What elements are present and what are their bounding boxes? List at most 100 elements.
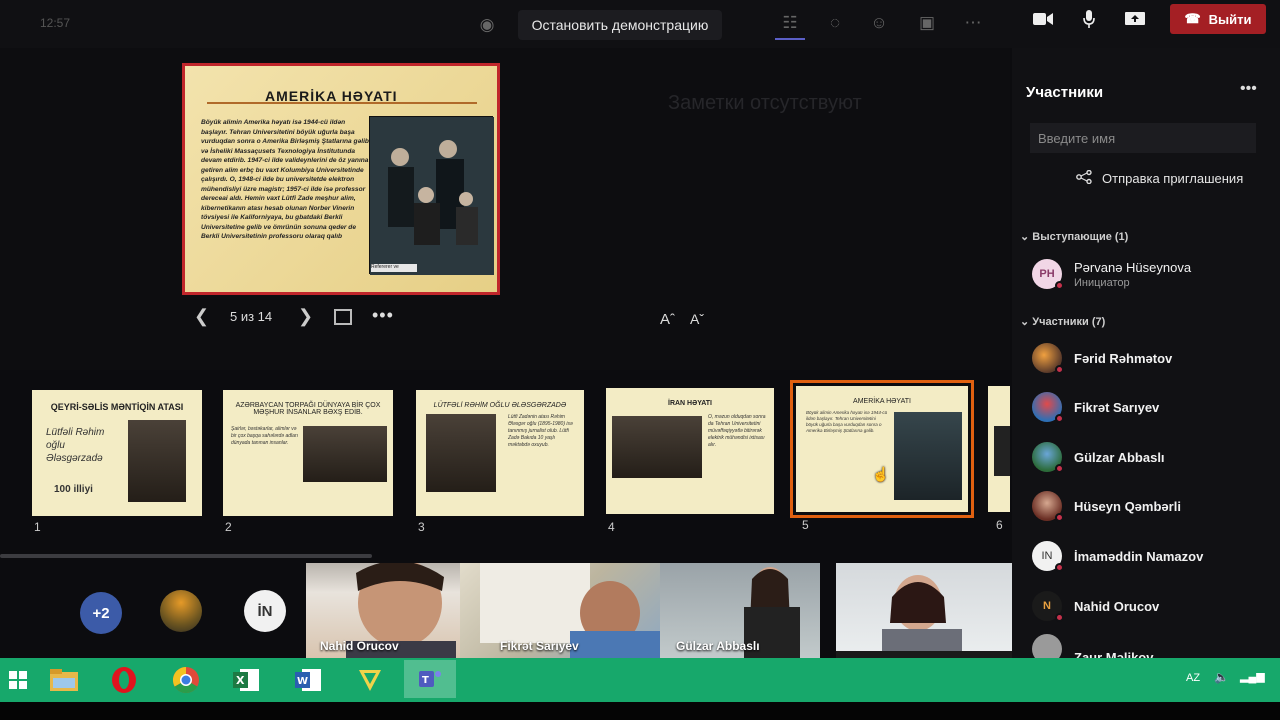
screen-bezel bbox=[0, 702, 1280, 720]
participant-row[interactable]: Fərid Rəhmətov bbox=[1032, 336, 1280, 380]
thumbnail-photo bbox=[303, 426, 387, 482]
participant-row[interactable]: IN İmaməddin Namazov bbox=[1032, 534, 1280, 578]
avatar-initials: IN bbox=[1041, 550, 1053, 562]
participant-row[interactable]: N Nahid Orucov bbox=[1032, 584, 1280, 628]
teams-icon[interactable]: T bbox=[404, 660, 456, 698]
slide-body-text: Böyük alimin Amerika həyatı isə 1944-cü … bbox=[201, 119, 369, 240]
slide-thumbnail-2[interactable]: AZƏRBAYCAN TORPAĞI DÜNYAYA BİR ÇOX MƏŞHU… bbox=[223, 390, 393, 516]
phone-hangup-icon: ☎ bbox=[1184, 11, 1201, 26]
network-icon[interactable]: ▂▄▆ bbox=[1240, 670, 1265, 683]
participant-search-input[interactable] bbox=[1030, 123, 1256, 153]
slide-title-rule bbox=[207, 102, 477, 104]
eye-icon[interactable]: ◉ bbox=[474, 12, 500, 38]
participant-row[interactable]: Zaur Məlikov bbox=[1032, 634, 1280, 658]
avatar-initials: PH bbox=[1039, 268, 1055, 280]
panel-more-icon[interactable]: ••• bbox=[1240, 80, 1257, 98]
slide-thumbnail-4[interactable]: İRAN HƏYATI O, məzun olduqdan sonra da T… bbox=[606, 388, 774, 514]
video-tile[interactable] bbox=[836, 563, 1012, 661]
status-dot bbox=[1055, 563, 1064, 572]
slide-grid-icon[interactable] bbox=[334, 309, 352, 325]
chat-icon[interactable]: ◌ bbox=[822, 10, 848, 36]
avatar-initials: N bbox=[1043, 600, 1051, 612]
vim-icon[interactable] bbox=[352, 663, 388, 697]
windows-start-icon[interactable] bbox=[0, 663, 36, 697]
microphone-icon[interactable] bbox=[1076, 6, 1102, 32]
increase-font-button[interactable]: Aˆ bbox=[660, 311, 675, 328]
more-actions-icon[interactable]: ⋯ bbox=[960, 10, 986, 36]
participant-name: Nahid Orucov bbox=[1074, 598, 1160, 614]
decrease-font-button[interactable]: Aˇ bbox=[690, 311, 704, 327]
thumbnail-title: AZƏRBAYCAN TORPAĞI DÜNYAYA BİR ÇOX MƏŞHU… bbox=[235, 402, 381, 416]
avatar: PH bbox=[1032, 259, 1064, 290]
participant-avatar[interactable] bbox=[160, 590, 202, 632]
thumbnail-number: 4 bbox=[608, 520, 615, 534]
attendees-header: Участники (7) bbox=[1032, 316, 1106, 328]
thumbnail-number: 5 bbox=[802, 518, 809, 532]
leave-label: Выйти bbox=[1208, 11, 1252, 27]
current-slide: AMERİKA HƏYATI Böyük alimin Amerika həya… bbox=[182, 63, 500, 295]
share-screen-icon[interactable] bbox=[1122, 6, 1148, 32]
avatar: N bbox=[1032, 591, 1064, 622]
leave-button[interactable]: ☎ Выйти bbox=[1170, 4, 1266, 34]
slide-thumbnail-3[interactable]: LÜTFƏLİ RƏHİM OĞLU ƏLƏSGƏRZADƏ Lütfi Zad… bbox=[416, 390, 584, 516]
chevron-down-icon: ⌄ bbox=[1020, 231, 1030, 243]
volume-icon[interactable]: 🔈 bbox=[1214, 670, 1229, 684]
svg-text:W: W bbox=[297, 676, 308, 687]
more-participants-badge[interactable]: +2 bbox=[80, 592, 122, 634]
presenters-header: Выступающие (1) bbox=[1032, 231, 1129, 243]
thumbnail-number: 6 bbox=[996, 518, 1003, 532]
thumbnail-text: O, məzun olduqdan sonra da Tehran Univer… bbox=[708, 414, 766, 448]
thumbnail-title: LÜTFƏLİ RƏHİM OĞLU ƏLƏSGƏRZADƏ bbox=[433, 402, 567, 409]
thumbnail-photo bbox=[894, 412, 962, 500]
speaker-notes: Заметки отсутствуют bbox=[668, 92, 862, 114]
camera-icon[interactable] bbox=[1030, 6, 1056, 32]
avatar bbox=[1032, 491, 1064, 522]
previous-slide-button[interactable]: ❮ bbox=[194, 306, 209, 327]
presenter-role: Инициатор bbox=[1074, 276, 1130, 289]
next-slide-button[interactable]: ❯ bbox=[298, 306, 313, 327]
status-dot bbox=[1055, 513, 1064, 522]
presenters-section-toggle[interactable]: ⌄ Выступающие (1) bbox=[1020, 230, 1128, 243]
status-dot bbox=[1055, 414, 1064, 423]
participant-avatar[interactable]: İN bbox=[244, 590, 286, 632]
slide-photo-caption: Refererer ve bbox=[371, 264, 417, 272]
participant-row[interactable]: Gülzar Abbaslı bbox=[1032, 435, 1280, 479]
attendees-section-toggle[interactable]: ⌄ Участники (7) bbox=[1020, 315, 1105, 328]
active-tab-indicator bbox=[775, 38, 805, 40]
slide-thumbnail-6[interactable] bbox=[988, 386, 1010, 512]
avatar bbox=[1032, 442, 1064, 473]
breakout-rooms-icon[interactable]: ▣ bbox=[914, 10, 940, 36]
participant-row[interactable]: Hüseyn Qəmbərli bbox=[1032, 484, 1280, 528]
thumbnail-text: Şairlər, bəstəkarlar, alimlər və bir çox… bbox=[231, 426, 298, 446]
participant-row[interactable]: Fikrət Sarıyev bbox=[1032, 385, 1280, 429]
file-explorer-icon[interactable] bbox=[46, 663, 82, 697]
presenter-more-icon[interactable]: ••• bbox=[372, 305, 394, 326]
excel-icon[interactable]: X bbox=[228, 663, 264, 697]
participant-name: Fərid Rəhmətov bbox=[1074, 350, 1173, 366]
thumbnail-photo bbox=[994, 426, 1010, 476]
chrome-icon[interactable] bbox=[168, 663, 204, 697]
slide-thumbnail-1[interactable]: QEYRİ-SƏLİS MƏNTİQİN ATASI Lütfəli Rəhim… bbox=[32, 390, 202, 516]
presenter-name: Pərvanə Hüseynova bbox=[1074, 259, 1192, 275]
opera-icon[interactable] bbox=[106, 663, 142, 697]
mouse-cursor-icon: ☝ bbox=[872, 466, 890, 482]
avatar bbox=[1032, 343, 1064, 374]
reactions-icon[interactable]: ☺ bbox=[866, 10, 892, 36]
participants-icon[interactable]: ☷ bbox=[777, 10, 803, 36]
word-icon[interactable]: W bbox=[290, 663, 326, 697]
thumbnail-text: Böyük alimin Amerika həyatı isə 1944-cü … bbox=[806, 410, 888, 433]
presenter-row[interactable]: PH Pərvanə Hüseynova Инициатор bbox=[1032, 252, 1280, 296]
thumbnail-title: QEYRİ-SƏLİS MƏNTİQİN ATASI bbox=[50, 402, 184, 412]
avatar bbox=[1032, 392, 1064, 423]
video-tile[interactable]: Gülzar Abbaslı bbox=[660, 563, 820, 661]
video-tile[interactable]: Nahid Orucov bbox=[306, 563, 460, 661]
thumbnail-title: İRAN HƏYATI bbox=[668, 400, 712, 407]
chevron-down-icon: ⌄ bbox=[1020, 316, 1030, 328]
video-tile[interactable]: Fikrət Sarıyev bbox=[460, 563, 660, 661]
language-indicator[interactable]: AZ bbox=[1186, 672, 1200, 684]
thumbnail-text: Lütfəli Rəhim oğlu Ələsgərzadə bbox=[46, 427, 105, 464]
stop-presenting-button[interactable]: Остановить демонстрацию bbox=[518, 10, 722, 40]
thumbnail-scrollbar[interactable] bbox=[0, 554, 372, 558]
slide-thumbnail-5[interactable]: AMERİKA HƏYATI Böyük alimin Amerika həya… bbox=[796, 386, 968, 512]
share-invite-button[interactable]: Отправка приглашения bbox=[1076, 169, 1243, 187]
